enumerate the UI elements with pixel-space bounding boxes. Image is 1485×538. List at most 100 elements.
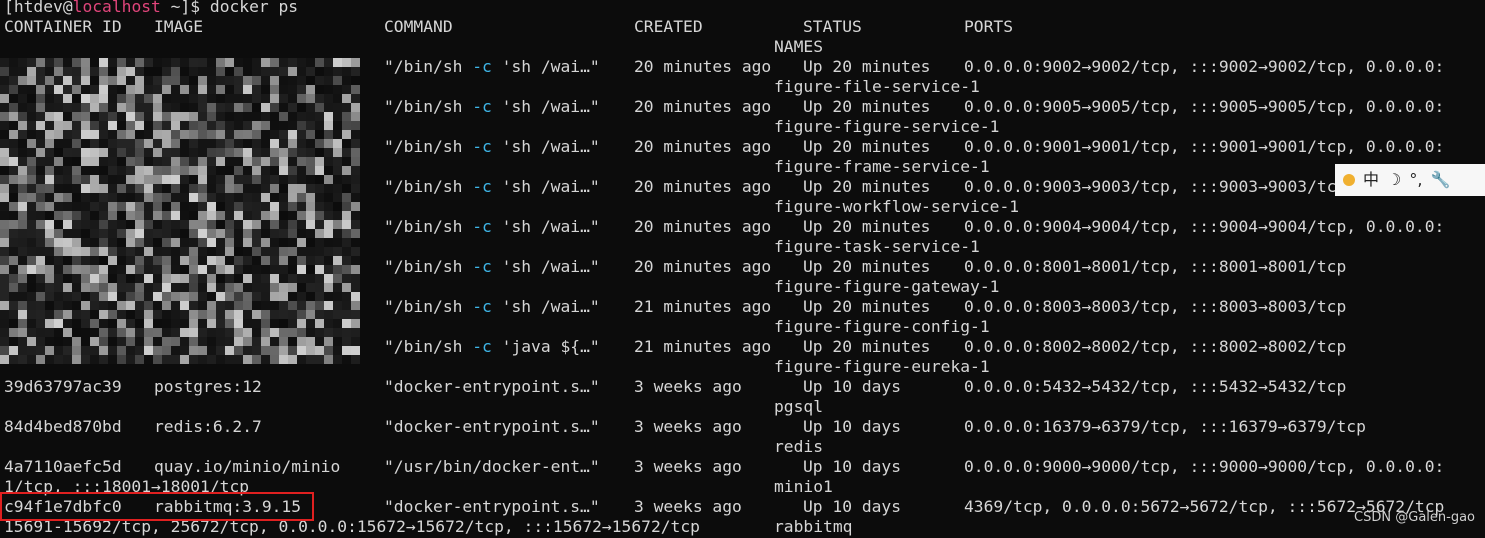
ports-cell: 0.0.0.0:8001→8001/tcp, :::8001→8001/tcp bbox=[964, 257, 1347, 276]
prompt-user: htdev@ bbox=[13, 0, 73, 16]
image-cell: postgres:12 bbox=[154, 377, 262, 396]
name-cell: figure-figure-config-1 bbox=[774, 317, 990, 336]
command-part: "/bin/sh bbox=[384, 97, 473, 116]
created-cell: 20 minutes ago bbox=[634, 257, 772, 276]
punctuation-icon[interactable]: °, bbox=[1409, 170, 1422, 190]
status-cell: Up 20 minutes bbox=[803, 177, 931, 196]
overlay-toolbar[interactable]: 中 ☽ °, 🔧 bbox=[1335, 164, 1485, 196]
name-cell: minio1 bbox=[774, 477, 833, 496]
status-cell: Up 10 days bbox=[803, 497, 902, 516]
command-cell: "/bin/sh -c 'sh /wai…" bbox=[384, 57, 600, 77]
ports-cell: 0.0.0.0:9002→9002/tcp, :::9002→9002/tcp,… bbox=[964, 57, 1445, 76]
command-flag: -c bbox=[472, 337, 492, 356]
ports-cell: 0.0.0.0:5432→5432/tcp, :::5432→5432/tcp bbox=[964, 377, 1347, 396]
command-part: "/bin/sh bbox=[384, 337, 473, 356]
created-cell: 20 minutes ago bbox=[634, 57, 772, 76]
created-cell: 20 minutes ago bbox=[634, 177, 772, 196]
status-dot-icon[interactable] bbox=[1343, 174, 1355, 186]
header-command: COMMAND bbox=[384, 17, 453, 36]
command-cell: "/usr/bin/docker-ent…" bbox=[384, 457, 600, 476]
command-part: "/bin/sh bbox=[384, 57, 473, 76]
created-cell: 3 weeks ago bbox=[634, 377, 742, 396]
command-cell: "/bin/sh -c 'sh /wai…" bbox=[384, 217, 600, 237]
command-cell: "/bin/sh -c 'java ${…" bbox=[384, 337, 600, 357]
name-cell: figure-figure-eureka-1 bbox=[774, 357, 990, 376]
ports-cell: 0.0.0.0:8003→8003/tcp, :::8003→8003/tcp bbox=[964, 297, 1347, 316]
command-part: "/bin/sh bbox=[384, 217, 473, 236]
name-cell: figure-task-service-1 bbox=[774, 237, 980, 256]
name-cell: figure-workflow-service-1 bbox=[774, 197, 1020, 216]
command-flag: -c bbox=[472, 217, 492, 236]
ports-cell: 0.0.0.0:9001→9001/tcp, :::9001→9001/tcp,… bbox=[964, 137, 1445, 156]
ports-cell: 0.0.0.0:9005→9005/tcp, :::9005→9005/tcp,… bbox=[964, 97, 1445, 116]
command-cell: "docker-entrypoint.s…" bbox=[384, 417, 600, 436]
command-flag: -c bbox=[472, 97, 492, 116]
created-cell: 21 minutes ago bbox=[634, 337, 772, 356]
command-cell: "/bin/sh -c 'sh /wai…" bbox=[384, 177, 600, 197]
name-cell: pgsql bbox=[774, 397, 824, 416]
command-part: 'sh /wai…" bbox=[491, 97, 600, 116]
command-part: 'sh /wai…" bbox=[491, 217, 600, 236]
command-part: 'sh /wai…" bbox=[491, 297, 600, 316]
header-created: CREATED bbox=[634, 17, 703, 36]
ports-cell: 0.0.0.0:9004→9004/tcp, :::9004→9004/tcp,… bbox=[964, 217, 1445, 236]
command-flag: -c bbox=[472, 297, 492, 316]
container-id-cell: 4a7110aefc5d bbox=[4, 457, 122, 476]
highlight-box bbox=[0, 492, 314, 521]
status-cell: Up 10 days bbox=[803, 377, 902, 396]
command-cell: "docker-entrypoint.s…" bbox=[384, 497, 600, 516]
header-status: STATUS bbox=[803, 17, 862, 36]
status-cell: Up 20 minutes bbox=[803, 97, 931, 116]
created-cell: 3 weeks ago bbox=[634, 457, 742, 476]
status-cell: Up 10 days bbox=[803, 457, 902, 476]
command-flag: -c bbox=[472, 57, 492, 76]
terminal-window[interactable]: [htdev@localhost ~]$ docker ps CONTAINER… bbox=[0, 0, 1485, 538]
redacted-pixelated-area bbox=[0, 58, 360, 364]
prompt-host: localhost bbox=[72, 0, 161, 16]
status-cell: Up 10 days bbox=[803, 417, 902, 436]
command-cell: "docker-entrypoint.s…" bbox=[384, 377, 600, 396]
container-id-cell: 39d63797ac39 bbox=[4, 377, 122, 396]
command-part: "/bin/sh bbox=[384, 137, 473, 156]
created-cell: 21 minutes ago bbox=[634, 297, 772, 316]
created-cell: 20 minutes ago bbox=[634, 97, 772, 116]
wrench-icon[interactable]: 🔧 bbox=[1430, 170, 1450, 190]
command-part: "/bin/sh bbox=[384, 177, 473, 196]
status-cell: Up 20 minutes bbox=[803, 137, 931, 156]
status-cell: Up 20 minutes bbox=[803, 337, 931, 356]
command-flag: -c bbox=[472, 137, 492, 156]
command-cell: "/bin/sh -c 'sh /wai…" bbox=[384, 97, 600, 117]
command-cell: "/bin/sh -c 'sh /wai…" bbox=[384, 297, 600, 317]
command-part: 'sh /wai…" bbox=[491, 257, 600, 276]
command-part: "/bin/sh bbox=[384, 257, 473, 276]
ports-cell: 0.0.0.0:8002→8002/tcp, :::8002→8002/tcp bbox=[964, 337, 1347, 356]
name-cell: rabbitmq bbox=[774, 517, 853, 536]
command-flag: -c bbox=[472, 257, 492, 276]
prompt-open: [ bbox=[4, 0, 14, 16]
command-cell: "/bin/sh -c 'sh /wai…" bbox=[384, 137, 600, 157]
name-cell: figure-file-service-1 bbox=[774, 77, 980, 96]
shell-prompt: [htdev@localhost ~]$ docker ps bbox=[4, 0, 298, 17]
created-cell: 20 minutes ago bbox=[634, 217, 772, 236]
prompt-path: ~]$ bbox=[160, 0, 210, 16]
command-part: 'java ${…" bbox=[491, 337, 600, 356]
command-part: 'sh /wai…" bbox=[491, 57, 600, 76]
header-ports: PORTS bbox=[964, 17, 1014, 36]
name-cell: figure-figure-gateway-1 bbox=[774, 277, 1000, 296]
status-cell: Up 20 minutes bbox=[803, 217, 931, 236]
chinese-input-icon[interactable]: 中 bbox=[1363, 170, 1379, 190]
ports-cell: 0.0.0.0:16379→6379/tcp, :::16379→6379/tc… bbox=[964, 417, 1366, 436]
status-cell: Up 20 minutes bbox=[803, 297, 931, 316]
container-id-cell: 84d4bed870bd bbox=[4, 417, 122, 436]
created-cell: 3 weeks ago bbox=[634, 417, 742, 436]
name-cell: redis bbox=[774, 437, 824, 456]
typed-command: docker ps bbox=[209, 0, 299, 16]
created-cell: 3 weeks ago bbox=[634, 497, 742, 516]
status-cell: Up 20 minutes bbox=[803, 257, 931, 276]
command-part: "/bin/sh bbox=[384, 297, 473, 316]
command-cell: "/bin/sh -c 'sh /wai…" bbox=[384, 257, 600, 277]
command-part: 'sh /wai…" bbox=[491, 177, 600, 196]
header-names: NAMES bbox=[774, 37, 824, 56]
moon-icon[interactable]: ☽ bbox=[1387, 170, 1401, 190]
command-part: 'sh /wai…" bbox=[491, 137, 600, 156]
